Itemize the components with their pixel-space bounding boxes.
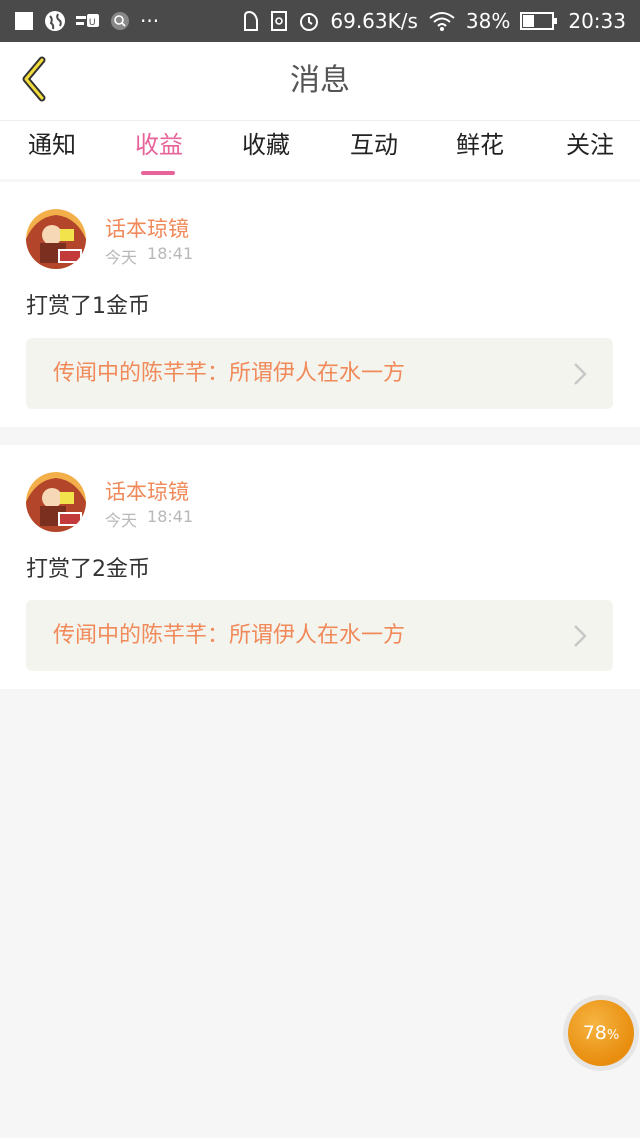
nfc-icon xyxy=(242,10,260,32)
alarm-icon xyxy=(298,10,320,32)
floating-progress-unit: % xyxy=(606,1028,620,1043)
tab-interactions[interactable]: 互动 xyxy=(346,121,402,179)
avatar[interactable] xyxy=(26,209,86,269)
linked-work-title: 传闻中的陈芊芊：所谓伊人在水一方 xyxy=(53,623,406,648)
status-bar-right: 69.63K/s 38% 20:33 xyxy=(242,9,626,33)
tab-bar: 通知 收益 收藏 互动 鲜花 关注 xyxy=(0,120,640,179)
message-time: 18:41 xyxy=(147,507,194,526)
floating-progress-button[interactable]: 78% xyxy=(563,995,639,1071)
svg-text:U: U xyxy=(89,17,96,27)
battery-percent: 38% xyxy=(465,9,511,33)
page-title: 消息 xyxy=(290,63,350,98)
chevron-right-icon xyxy=(573,624,587,652)
message-timestamp: 今天 18:41 xyxy=(105,507,193,531)
nav-bar: 消息 xyxy=(0,42,640,120)
active-tab-indicator xyxy=(141,171,175,175)
linked-work-button[interactable]: 传闻中的陈芊芊：所谓伊人在水一方 xyxy=(26,338,613,409)
clock: 20:33 xyxy=(568,9,626,33)
linked-work-title: 传闻中的陈芊芊：所谓伊人在水一方 xyxy=(53,361,406,386)
globe-icon xyxy=(44,10,66,32)
floating-progress-value: 78 xyxy=(582,1022,607,1044)
message-card: 话本琼镜 今天 18:41 打赏了2金币 传闻中的陈芊芊：所谓伊人在水一方 xyxy=(0,445,640,689)
notification-square-icon xyxy=(14,11,34,31)
app-notification-icon: U xyxy=(76,13,100,29)
message-card: 话本琼镜 今天 18:41 打赏了1金币 传闻中的陈芊芊：所谓伊人在水一方 xyxy=(0,182,640,427)
tab-follows[interactable]: 关注 xyxy=(562,121,618,179)
message-text: 打赏了1金币 xyxy=(26,294,150,319)
author-name[interactable]: 话本琼镜 xyxy=(105,476,189,506)
network-speed: 69.63K/s xyxy=(330,9,418,33)
floating-progress-inner: 78% xyxy=(568,1000,634,1066)
tab-favorites[interactable]: 收藏 xyxy=(238,121,294,179)
battery-icon xyxy=(520,11,558,31)
wifi-icon xyxy=(428,10,456,32)
message-time: 18:41 xyxy=(147,244,194,263)
status-bar: U ··· 69.63K/s 38% 20:33 xyxy=(0,0,640,42)
avatar[interactable] xyxy=(26,472,86,532)
search-notification-icon xyxy=(110,11,130,31)
linked-work-button[interactable]: 传闻中的陈芊芊：所谓伊人在水一方 xyxy=(26,600,613,671)
status-bar-left: U ··· xyxy=(14,9,159,33)
more-notifications-icon: ··· xyxy=(140,9,160,33)
message-text: 打赏了2金币 xyxy=(26,557,150,582)
message-day: 今天 xyxy=(105,248,138,267)
sim-icon xyxy=(270,10,288,32)
message-timestamp: 今天 18:41 xyxy=(105,244,193,268)
message-day: 今天 xyxy=(105,511,138,530)
chevron-right-icon xyxy=(573,362,587,390)
author-name[interactable]: 话本琼镜 xyxy=(105,213,189,243)
tab-flowers[interactable]: 鲜花 xyxy=(452,121,508,179)
tab-notifications[interactable]: 通知 xyxy=(24,121,80,179)
